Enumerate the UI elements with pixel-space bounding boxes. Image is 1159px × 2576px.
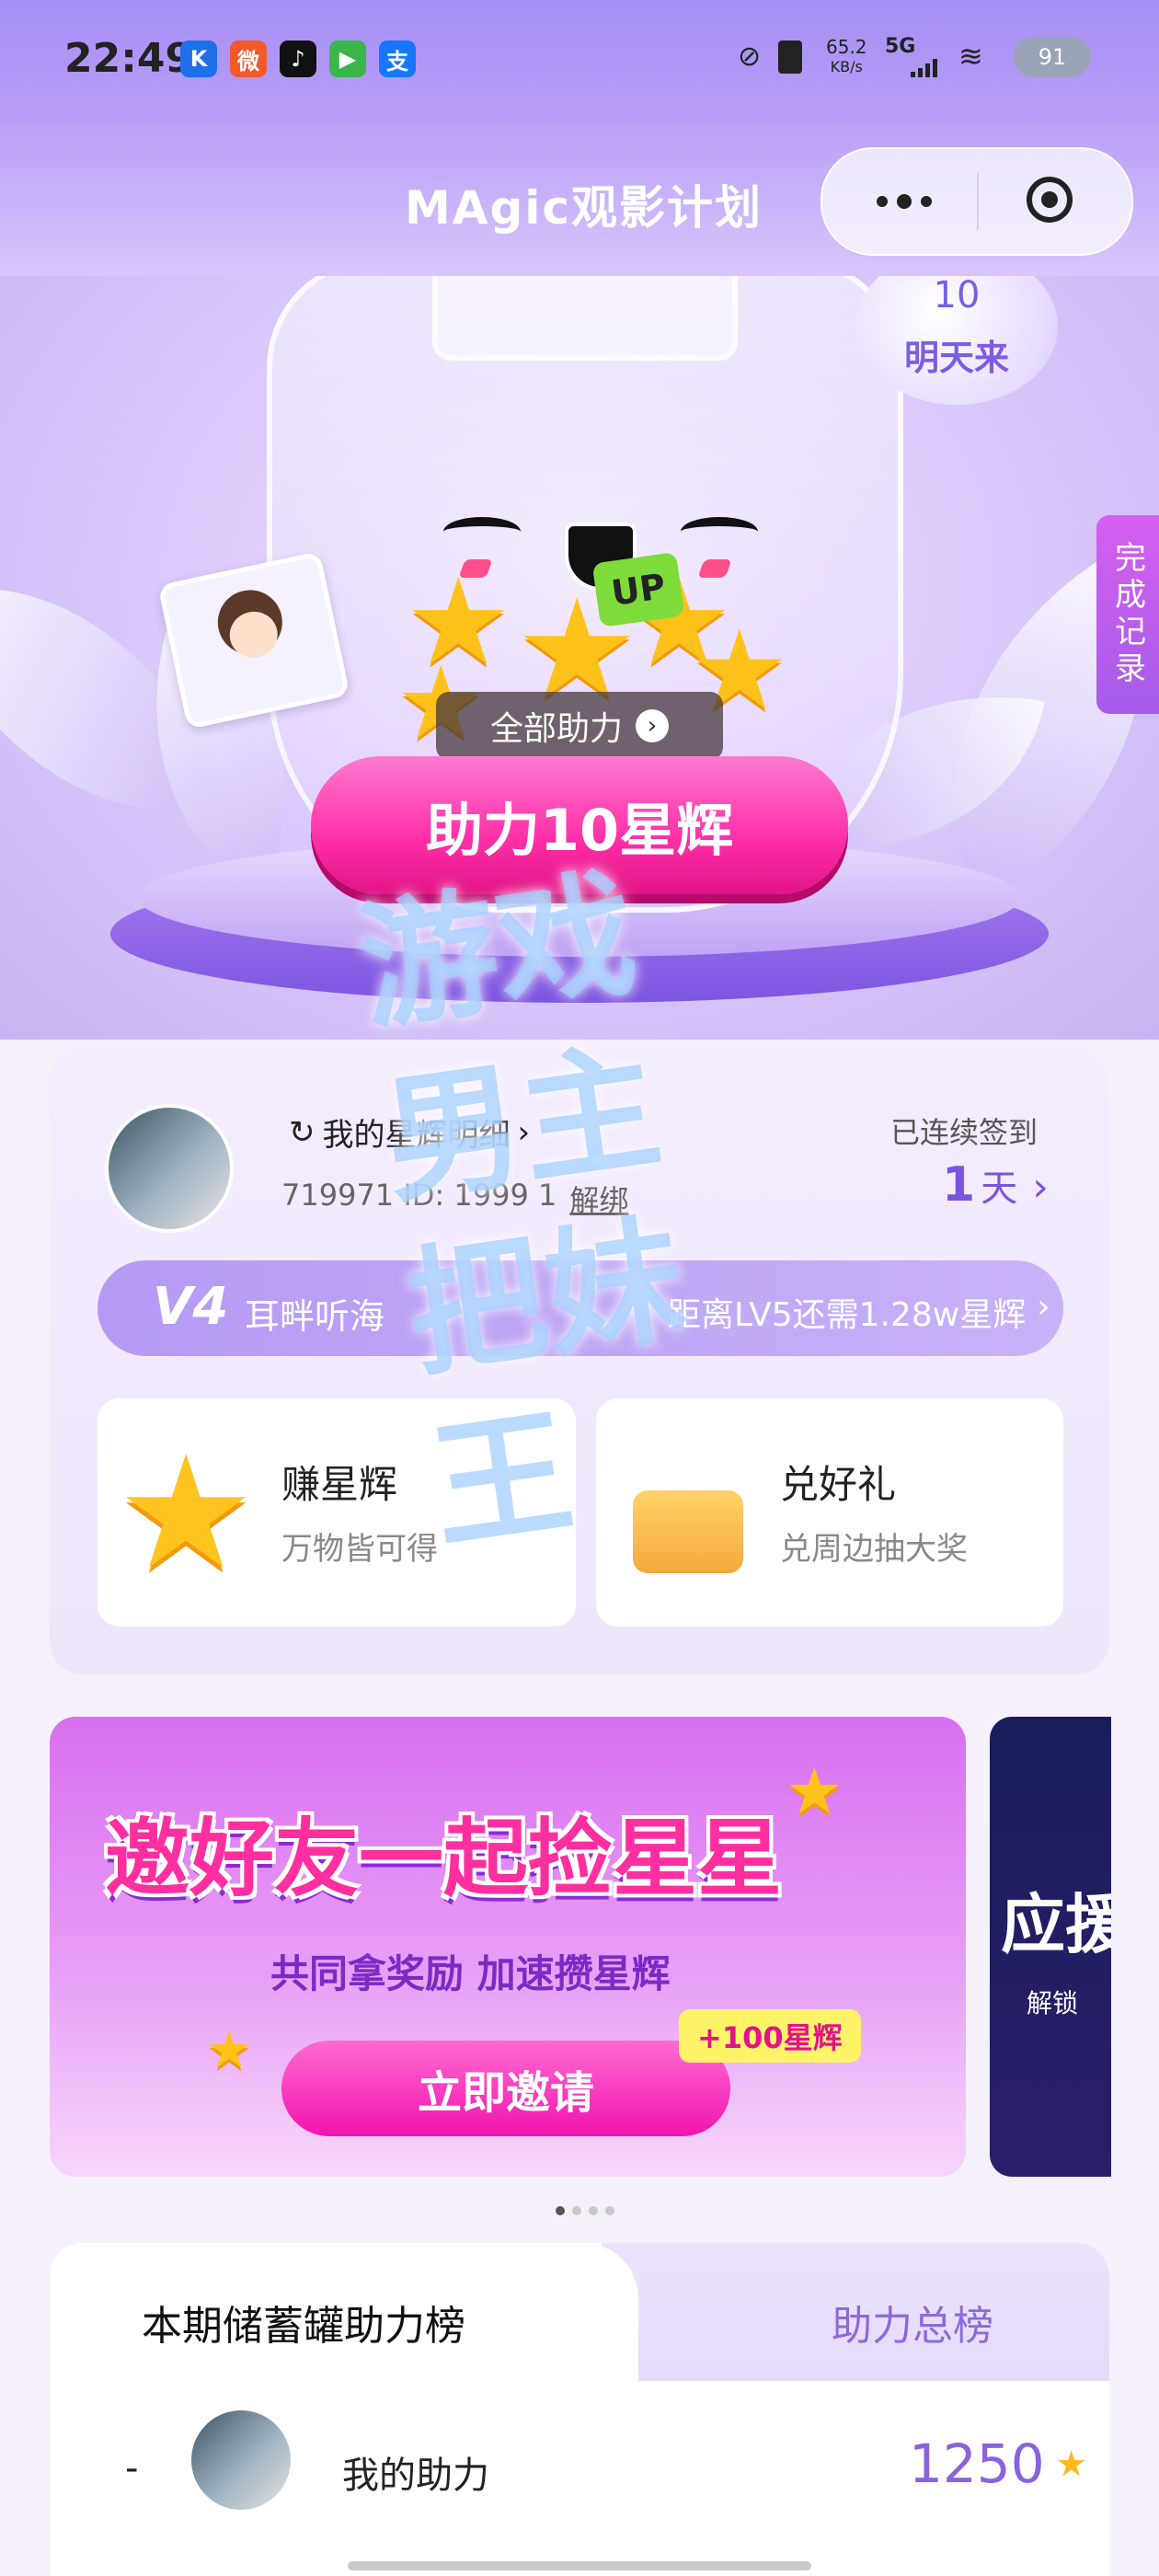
battery-fish-icon: 91 — [1014, 37, 1091, 77]
checkin-days-link[interactable]: 1 天 › — [942, 1157, 1049, 1213]
invite-now-button[interactable]: 立即邀请 — [281, 2041, 730, 2136]
home-indicator — [348, 2561, 811, 2570]
tab-period-board[interactable]: 本期储蓄罐助力榜 — [50, 2243, 638, 2390]
sim-card-icon — [778, 40, 802, 74]
banner-pager — [556, 2206, 614, 2217]
user-avatar[interactable] — [105, 1104, 234, 1233]
row-label: 我的助力 — [342, 2455, 489, 2497]
bonus-tag: +100星辉 — [679, 2009, 861, 2063]
tab-period-board-label: 本期储蓄罐助力榜 — [142, 2303, 465, 2350]
pager-dot — [589, 2206, 598, 2215]
chevron-right-icon: › — [1032, 1164, 1049, 1211]
checkin-label: 已连续签到 — [890, 1115, 1039, 1150]
row-value: 1250 — [909, 2432, 1045, 2495]
network-speed-unit: KB/s — [830, 58, 863, 75]
level-name: 耳畔听海 — [245, 1296, 385, 1337]
star-icon: ★ — [786, 1754, 843, 1829]
leaderboard-card: 助力总榜 本期储蓄罐助力榜 - 我的助力 1250 ★ — [50, 2243, 1109, 2576]
bubble-text: 明天来 — [903, 338, 1009, 378]
battery-level: 91 — [1038, 44, 1067, 70]
earn-title: 赚星辉 — [281, 1462, 398, 1507]
bubble-number: 10 — [933, 276, 981, 316]
page-title: MAgic观影计划 — [405, 181, 763, 235]
pager-dot — [556, 2206, 565, 2215]
chevron-right-icon: › — [1037, 1288, 1050, 1326]
eye-off-icon: ⊘ — [738, 40, 762, 73]
wifi-icon: ≋ — [958, 39, 983, 74]
next-banner-subtitle: 解锁 — [1027, 1988, 1079, 2018]
target-close-icon[interactable] — [1027, 177, 1073, 223]
board-row: - 我的助力 1250 ★ — [50, 2399, 1109, 2556]
pager-dot — [572, 2206, 581, 2215]
up-badge: UP — [591, 551, 685, 628]
capsule-divider — [977, 173, 979, 230]
checkin-days: 1 — [942, 1157, 976, 1213]
status-bar: 22:49 K 微 ♪ ▶ 支 ⊘ 65.2 KB/s 5G ≋ 91 — [0, 0, 1159, 120]
k-app-icon: K — [180, 40, 217, 77]
capsule-menu — [820, 147, 1133, 256]
network-type: 5G — [885, 35, 916, 58]
alipay-icon: 支 — [379, 40, 416, 77]
next-banner-peek[interactable]: 应援 解锁 — [990, 1717, 1111, 2177]
earn-subtitle: 万物皆可得 — [281, 1531, 438, 1568]
all-help-label: 全部助力 — [489, 710, 623, 748]
more-dots-icon[interactable] — [863, 178, 946, 224]
network-speed: 65.2 — [826, 36, 867, 58]
tab-total-board[interactable]: 助力总榜 — [602, 2243, 1109, 2381]
banner-subline: 共同拿奖励 加速攒星辉 — [270, 1951, 671, 1996]
star-icon: ★ — [1055, 2444, 1087, 2484]
play-app-icon: ▶ — [329, 40, 366, 77]
tiktok-icon: ♪ — [280, 40, 316, 77]
smiling-star-icon: ★ — [116, 1422, 257, 1604]
jar-eye-right — [681, 517, 758, 546]
tab-total-board-label: 助力总榜 — [832, 2303, 993, 2350]
invite-friends-banner[interactable]: 邀好友一起捡星星 共同拿奖励 加速攒星辉 ★ ★ 立即邀请 +100星辉 — [50, 1717, 966, 2177]
star-icon: ★ — [206, 2020, 253, 2080]
exchange-subtitle: 兑周边抽大奖 — [780, 1531, 968, 1568]
refresh-icon: ↻ — [289, 1113, 316, 1151]
signal-icon — [911, 57, 942, 77]
jar-eye-left — [443, 517, 521, 546]
checkin-unit: 天 — [981, 1167, 1018, 1210]
level-badge: V4 — [153, 1277, 229, 1337]
row-avatar — [188, 2407, 294, 2513]
all-help-button[interactable]: 全部助力 › — [436, 692, 723, 760]
chevron-right-circle-icon: › — [636, 709, 669, 742]
rank-number: - — [125, 2447, 139, 2490]
pager-dot — [605, 2206, 614, 2215]
next-banner-title: 应援 — [1001, 1887, 1111, 1962]
status-time: 22:49 — [64, 35, 194, 82]
weibo-icon: 微 — [230, 40, 267, 77]
completion-record-tab[interactable]: 完成记录 — [1096, 515, 1159, 714]
